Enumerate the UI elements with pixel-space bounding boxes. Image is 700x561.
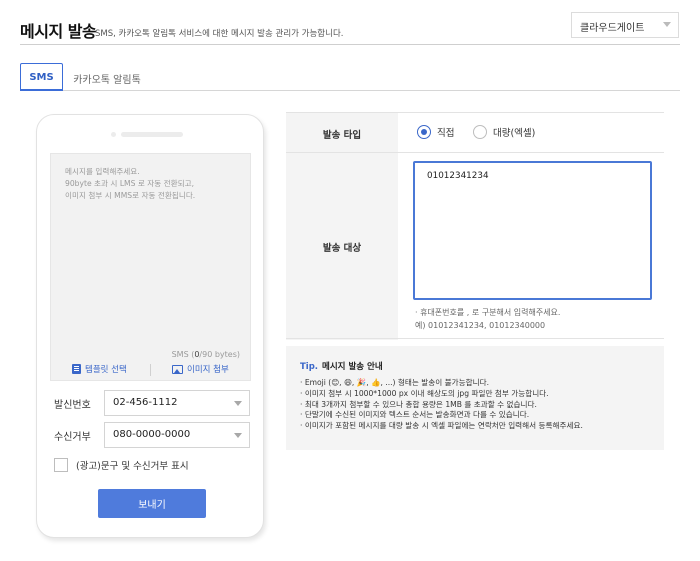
reject-number-select[interactable]: 080-0000-0000 [104, 422, 250, 448]
message-actions: 템플릿 선택 이미지 첨부 [50, 359, 251, 383]
reject-number-value: 080-0000-0000 [113, 429, 191, 440]
reject-number-label: 수신거부 [54, 432, 91, 443]
company-select-value: 클라우드게이트 [580, 23, 645, 34]
company-select[interactable]: 클라우드게이트 [571, 12, 679, 38]
page-title: 메시지 발송 [20, 22, 97, 41]
page-header: 메시지 발송 SMS, 카카오톡 알림톡 서비스에 대한 메시지 발송 관리가 … [20, 0, 680, 45]
tab-kakao-alimtalk[interactable]: 카카오톡 알림톡 [72, 63, 142, 91]
document-icon [72, 364, 81, 374]
ad-notice-checkbox[interactable] [54, 458, 68, 472]
recipient-textarea[interactable]: 01012341234 [413, 161, 652, 300]
phone-camera-icon [111, 132, 116, 137]
send-type-label: 발송 타입 [322, 130, 362, 141]
page-subtitle: SMS, 카카오톡 알림톡 서비스에 대한 메시지 발송 관리가 가능합니다. [95, 29, 344, 39]
image-attach-button[interactable]: 이미지 첨부 [172, 363, 229, 375]
radio-checked-icon [417, 125, 431, 139]
tip-item: · Emoji (😊, 😄, 🎉, 👍, ...) 형태는 발송이 불가능합니다… [300, 378, 490, 387]
send-type-direct-label: 직접 [437, 128, 455, 139]
send-target-label: 발송 대상 [322, 243, 362, 254]
channel-tabs: SMS 카카오톡 알림톡 [20, 63, 680, 91]
tab-sms[interactable]: SMS [20, 63, 63, 91]
sender-number-value: 02-456-1112 [113, 397, 178, 408]
tip-item: · 이미지 첨부 시 1000*1000 px 이내 해상도의 jpg 파일만 … [300, 388, 549, 398]
ad-notice-label: (광고)문구 및 수신거부 표시 [76, 461, 189, 472]
template-select-button[interactable]: 템플릿 선택 [72, 363, 127, 375]
tip-title: Tip. 메시지 발송 안내 [300, 362, 383, 372]
tip-item: · 이미지가 포함된 메시지를 대량 발송 시 엑셀 파일에는 연락처만 입력해… [300, 421, 583, 431]
send-type-direct-radio[interactable]: 직접 [417, 125, 454, 139]
phone-speaker [121, 132, 183, 137]
message-placeholder: 메시지를 입력해주세요. 90byte 초과 시 LMS 로 자동 전환되고, … [65, 167, 196, 200]
sender-number-row: 발신번호 02-456-1112 [54, 390, 251, 416]
message-textarea[interactable]: 메시지를 입력해주세요. 90byte 초과 시 LMS 로 자동 전환되고, … [50, 153, 251, 381]
recipient-hint: · 휴대폰번호를 , 로 구분해서 입력해주세요. 예) 01012341234… [415, 306, 560, 332]
tip-list: · Emoji (😊, 😄, 🎉, 👍, ...) 형태는 발송이 불가능합니다… [300, 378, 583, 432]
send-type-bulk-radio[interactable]: 대량(엑셀) [473, 125, 535, 139]
divider [150, 364, 151, 376]
ad-notice-option: (광고)문구 및 수신거부 표시 [54, 457, 189, 473]
reject-number-row: 수신거부 080-0000-0000 [54, 422, 251, 448]
sender-number-select[interactable]: 02-456-1112 [104, 390, 250, 416]
send-type-bulk-label: 대량(엑셀) [493, 128, 536, 139]
template-select-label: 템플릿 선택 [85, 365, 127, 375]
radio-unchecked-icon [473, 125, 487, 139]
send-target-header: 발송 대상 [286, 153, 398, 340]
chevron-down-icon [663, 22, 671, 27]
divider [398, 152, 664, 153]
sender-number-label: 발신번호 [54, 400, 91, 411]
divider [286, 338, 664, 339]
image-attach-label: 이미지 첨부 [187, 365, 229, 375]
recipient-hint-example: 예) 01012341234, 01012340000 [415, 321, 546, 330]
chevron-down-icon [234, 401, 242, 406]
chevron-down-icon [234, 433, 242, 438]
recipient-hint-line: · 휴대폰번호를 , 로 구분해서 입력해주세요. [415, 308, 561, 317]
byte-counter: SMS (0/90 bytes) [171, 350, 240, 359]
tip-lead: Tip. [300, 362, 319, 372]
send-type-header: 발송 타입 [286, 113, 398, 153]
tip-item: · 단말기에 수신된 이미지와 텍스트 순서는 발송화면과 다를 수 있습니다. [300, 410, 530, 420]
phone-preview: 메시지를 입력해주세요. 90byte 초과 시 LMS 로 자동 전환되고, … [36, 114, 264, 538]
tip-item: · 최대 3개까지 첨부할 수 있으나 총합 용량은 1MB 를 초과할 수 없… [300, 399, 537, 409]
send-button[interactable]: 보내기 [98, 489, 206, 518]
image-icon [172, 364, 183, 374]
tip-box: Tip. 메시지 발송 안내 · Emoji (😊, 😄, 🎉, 👍, ...) … [286, 346, 664, 450]
